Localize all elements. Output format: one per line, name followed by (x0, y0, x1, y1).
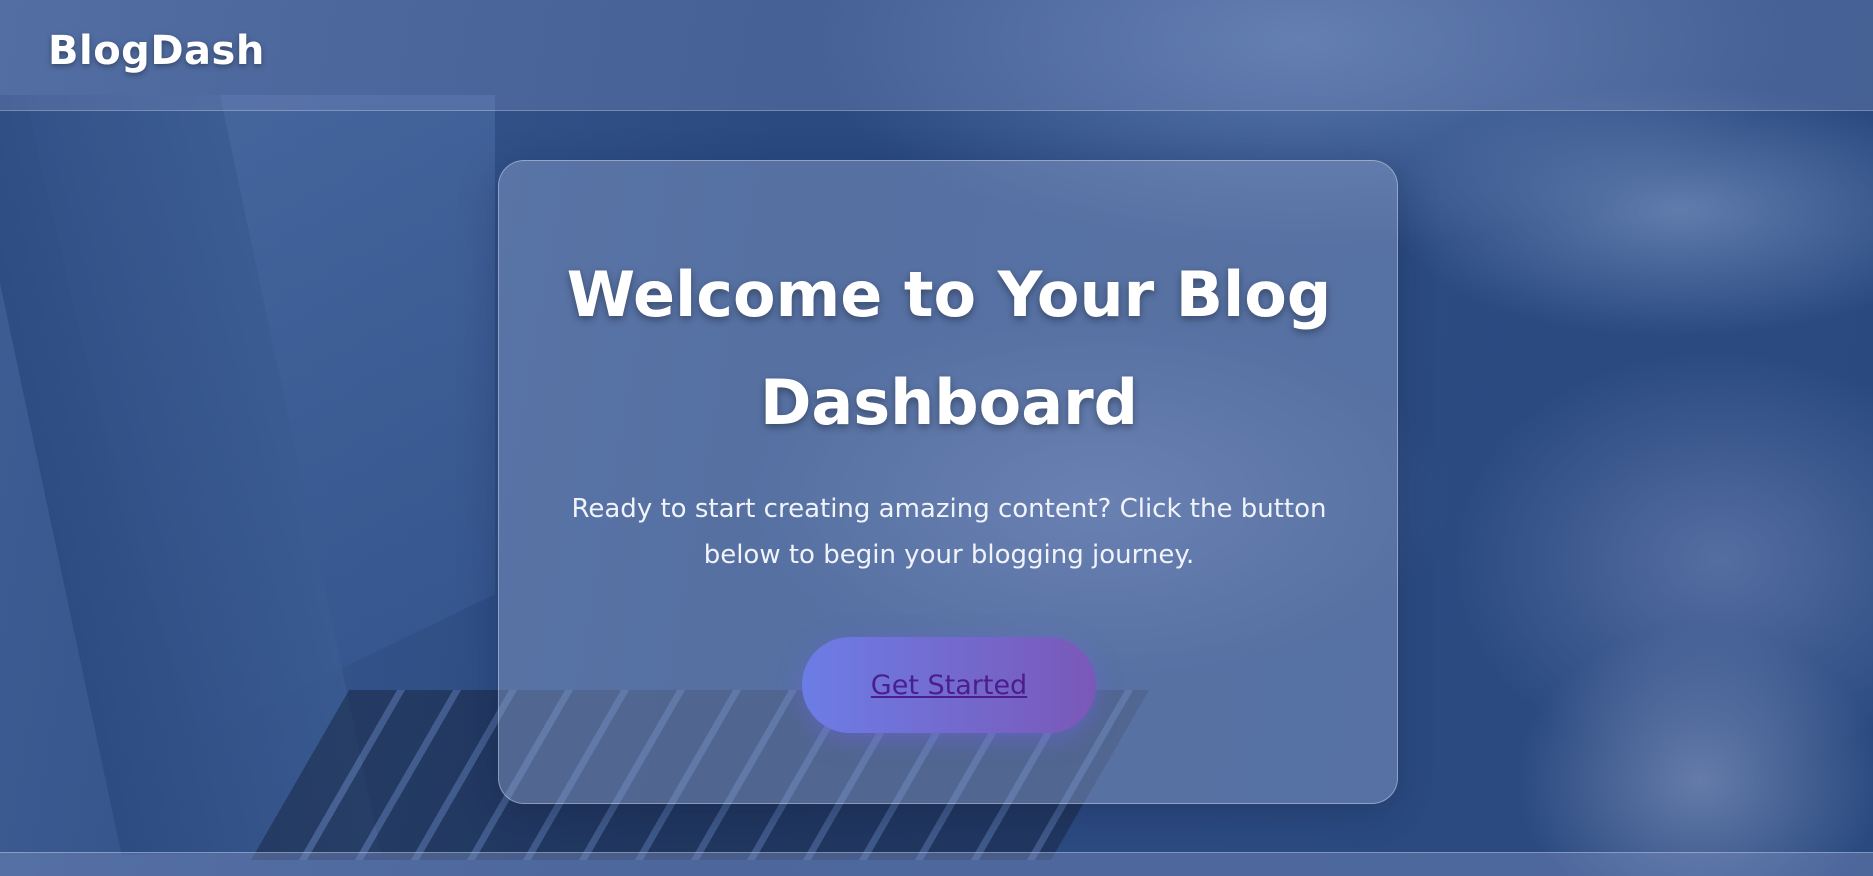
welcome-title: Welcome to Your Blog Dashboard (499, 241, 1399, 457)
footer-bar (0, 852, 1873, 876)
welcome-card: Welcome to Your Blog Dashboard Ready to … (498, 160, 1398, 804)
welcome-subtitle-line-1: Ready to start creating amazing content?… (571, 494, 1327, 524)
page: BlogDash Welcome to Your Blog Dashboard … (0, 0, 1873, 876)
top-header: BlogDash (0, 0, 1873, 111)
get-started-button[interactable]: Get Started (802, 637, 1096, 733)
welcome-subtitle: Ready to start creating amazing content?… (559, 486, 1339, 578)
welcome-title-line-1: Welcome to Your Blog (566, 258, 1332, 331)
welcome-title-line-2: Dashboard (759, 366, 1139, 439)
brand-logo[interactable]: BlogDash (48, 28, 265, 74)
welcome-subtitle-line-2: below to begin your blogging journey. (703, 540, 1195, 570)
